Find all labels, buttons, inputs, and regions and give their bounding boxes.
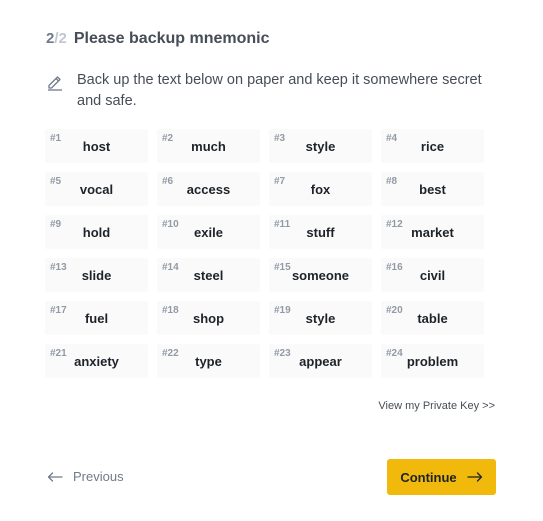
mnemonic-word-cell: #20 table <box>381 301 484 335</box>
mnemonic-word-cell: #10 exile <box>157 215 260 249</box>
mnemonic-word: shop <box>192 311 225 326</box>
mnemonic-word: rice <box>420 139 445 154</box>
arrow-right-icon <box>467 472 482 482</box>
mnemonic-word: exile <box>194 225 223 240</box>
mnemonic-word: slide <box>81 268 112 283</box>
mnemonic-word-cell: #8 best <box>381 172 484 206</box>
mnemonic-word: access <box>186 182 231 197</box>
mnemonic-grid: #1 host #2 much #3 style #4 rice #5 vocal #6 access… <box>45 129 484 378</box>
mnemonic-word: market <box>411 225 454 240</box>
step-current: 2 <box>46 30 55 47</box>
mnemonic-word: anxiety <box>74 354 119 369</box>
mnemonic-word: host <box>82 139 111 154</box>
continue-label: Continue <box>400 469 457 485</box>
mnemonic-word: style <box>305 139 336 154</box>
pencil-icon <box>48 76 62 91</box>
mnemonic-word-cell: #4 rice <box>381 129 484 163</box>
mnemonic-word: someone <box>291 268 350 283</box>
mnemonic-word-cell: #24 problem <box>381 344 484 378</box>
mnemonic-word-cell: #19 style <box>269 301 372 335</box>
continue-button[interactable]: Continue <box>387 459 496 495</box>
mnemonic-word-cell: #14 steel <box>157 258 260 292</box>
mnemonic-word: much <box>191 139 226 154</box>
instruction-text: Back up the text below on paper and keep… <box>77 72 482 109</box>
mnemonic-word: appear <box>299 354 342 369</box>
mnemonic-word-cell: #13 slide <box>45 258 148 292</box>
previous-button[interactable]: Previous <box>47 469 124 484</box>
view-private-key-link[interactable]: View my Private Key >> <box>378 400 495 412</box>
mnemonic-word-cell: #11 stuff <box>269 215 372 249</box>
mnemonic-word-cell: #16 civil <box>381 258 484 292</box>
mnemonic-word-cell: #5 vocal <box>45 172 148 206</box>
mnemonic-word-cell: #23 appear <box>269 344 372 378</box>
mnemonic-word: civil <box>419 268 446 283</box>
mnemonic-word: fox <box>310 182 331 197</box>
step-total: /2 <box>54 30 67 47</box>
arrow-left-icon <box>47 471 63 482</box>
mnemonic-word: table <box>417 311 448 326</box>
mnemonic-word-cell: #21 anxiety <box>45 344 148 378</box>
mnemonic-word-cell: #7 fox <box>269 172 372 206</box>
mnemonic-word-cell: #1 host <box>45 129 148 163</box>
page-title: Please backup mnemonic <box>73 30 270 47</box>
mnemonic-word-cell: #12 market <box>381 215 484 249</box>
mnemonic-word-cell: #22 type <box>157 344 260 378</box>
mnemonic-word: vocal <box>79 182 114 197</box>
mnemonic-word: fuel <box>84 311 109 326</box>
mnemonic-word-cell: #15 someone <box>269 258 372 292</box>
mnemonic-word: type <box>195 354 222 369</box>
page-header: 2 /2 Please backup mnemonic <box>46 30 270 48</box>
mnemonic-word: best <box>419 182 446 197</box>
mnemonic-word: hold <box>82 225 111 240</box>
mnemonic-word-cell: #6 access <box>157 172 260 206</box>
backup-mnemonic-page: 2 /2 Please backup mnemonic Back up the … <box>0 0 543 521</box>
mnemonic-word-cell: #18 shop <box>157 301 260 335</box>
mnemonic-word-cell: #9 hold <box>45 215 148 249</box>
mnemonic-word-cell: #17 fuel <box>45 301 148 335</box>
mnemonic-word-cell: #2 much <box>157 129 260 163</box>
previous-label: Previous <box>73 469 124 484</box>
mnemonic-word: style <box>305 311 336 326</box>
instruction-notice: Back up the text below on paper and keep… <box>46 70 506 112</box>
mnemonic-word: problem <box>406 354 459 369</box>
mnemonic-word: stuff <box>306 225 335 240</box>
mnemonic-word-cell: #3 style <box>269 129 372 163</box>
mnemonic-word: steel <box>193 268 224 283</box>
